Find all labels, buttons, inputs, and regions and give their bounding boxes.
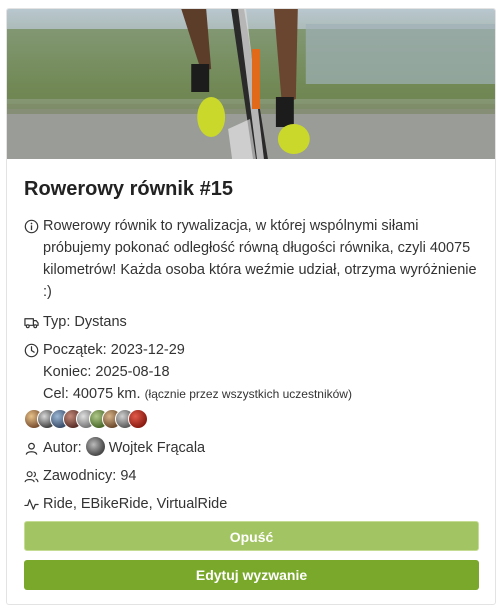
goal-label: Cel: 40075 km. bbox=[43, 386, 141, 402]
participant-avatars[interactable] bbox=[24, 409, 478, 431]
challenge-participants: Zawodnicy: 94 bbox=[24, 465, 478, 487]
activities-label: Ride, EBikeRide, VirtualRide bbox=[43, 496, 228, 512]
challenge-card: Rowerowy równik #15 Rowerowy równik to r… bbox=[6, 8, 496, 605]
challenge-activities: Ride, EBikeRide, VirtualRide bbox=[24, 493, 478, 515]
truck-icon bbox=[24, 311, 40, 333]
start-date: Początek: 2023-12-29 bbox=[43, 342, 185, 358]
challenge-description: Rowerowy równik to rywalizacja, w której… bbox=[24, 215, 478, 303]
info-icon bbox=[24, 215, 40, 237]
users-icon bbox=[24, 465, 40, 487]
end-date: Koniec: 2025-08-18 bbox=[43, 364, 170, 380]
challenge-author: Autor: Wojtek Frącala bbox=[24, 437, 478, 459]
user-icon bbox=[24, 437, 40, 459]
challenge-cover-image bbox=[7, 9, 495, 159]
activity-icon bbox=[24, 493, 40, 515]
type-label: Typ: Dystans bbox=[43, 314, 127, 330]
participants-label: Zawodnicy: 94 bbox=[43, 468, 137, 484]
challenge-dates: Początek: 2023-12-29 bbox=[24, 339, 478, 361]
author-prefix: Autor: bbox=[43, 440, 82, 456]
edit-challenge-button[interactable]: Edytuj wyzwanie bbox=[24, 560, 479, 590]
author-name[interactable]: Wojtek Frącala bbox=[109, 437, 205, 459]
description-text: Rowerowy równik to rywalizacja, w której… bbox=[43, 218, 477, 300]
author-avatar[interactable] bbox=[85, 437, 105, 456]
challenge-title: Rowerowy równik #15 bbox=[24, 178, 233, 200]
goal-note: (łącznie przez wszystkich uczestników) bbox=[144, 387, 352, 401]
participant-avatar[interactable] bbox=[128, 409, 148, 429]
leave-challenge-button[interactable]: Opuść bbox=[24, 521, 479, 551]
challenge-goal: Cel: 40075 km. (łącznie przez wszystkich… bbox=[24, 383, 478, 405]
challenge-type: Typ: Dystans bbox=[24, 311, 478, 333]
clock-icon bbox=[24, 339, 40, 361]
